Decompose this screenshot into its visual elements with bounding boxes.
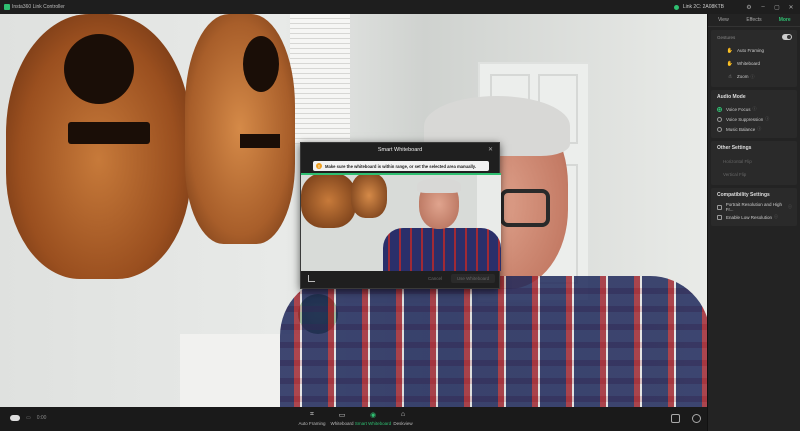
other-settings-section: Other Settings Horizontal Flip Vertical … — [711, 141, 797, 185]
use-whiteboard-button[interactable]: Use Whiteboard — [451, 274, 495, 283]
hand-icon: ✋ — [726, 60, 734, 67]
warning-banner: ! Make sure the whiteboard is within ran… — [313, 161, 489, 171]
timer-value: 0:00 — [36, 415, 47, 421]
info-icon[interactable]: ⓘ — [774, 214, 778, 220]
gesture-whiteboard: ✋ Whiteboard — [726, 60, 761, 67]
checkbox-icon — [717, 204, 722, 210]
preview-glasses — [500, 189, 550, 227]
auto-framing-icon: ⌗ — [310, 410, 314, 418]
snapshot-icon[interactable] — [692, 414, 701, 423]
radio-voice-focus[interactable]: Voice Focus ⓘ — [717, 104, 792, 114]
gesture-auto-framing: ✋ Auto Framing — [726, 47, 765, 54]
record-icon[interactable]: ▭ — [26, 415, 31, 421]
smart-whiteboard-icon: ◉ — [369, 411, 377, 419]
titlebar-controls: Link 2C: 2A08KTB ⚙ – ▢ ✕ — [673, 0, 800, 14]
dialog-title-bar: Smart Whiteboard ✕ — [301, 143, 499, 157]
other-settings-title: Other Settings — [717, 145, 752, 151]
info-icon[interactable]: ⓘ — [753, 106, 757, 112]
radio-music-balance[interactable]: Music Balance ⓘ — [717, 124, 792, 134]
bottom-toolbar: ▭ 0:00 ⌗ Auto Framing ▭ Whiteboard ◉ Sma… — [0, 407, 707, 431]
radio-unselected-icon — [717, 116, 722, 122]
preview-guitar — [185, 14, 295, 244]
pinch-icon: ☝ — [728, 73, 732, 80]
gestures-label: Gestures — [717, 34, 736, 40]
dialog-title: Smart Whiteboard — [377, 147, 423, 153]
app-title: Insta360 Link Controller — [12, 4, 65, 10]
cancel-button[interactable]: Cancel — [425, 274, 445, 283]
info-icon[interactable]: ⓘ — [757, 126, 761, 132]
preview-shirt — [280, 276, 707, 407]
tab-effects[interactable]: Effects — [739, 14, 770, 26]
radio-unselected-icon — [717, 126, 722, 132]
checkbox-icon — [717, 214, 722, 220]
close-icon[interactable]: ✕ — [786, 2, 796, 12]
panel-tabs: View Effects More — [708, 14, 800, 27]
settings-icon[interactable]: ⚙ — [744, 2, 754, 12]
info-icon[interactable]: ⓘ — [788, 204, 792, 210]
audio-mode-title: Audio Mode — [717, 94, 746, 100]
tool-deskview[interactable]: ⌂ Deskview — [383, 410, 423, 426]
compatibility-section: Compatibility Settings Portrait Resoluti… — [711, 188, 797, 226]
horizontal-flip-item[interactable]: Horizontal Flip — [717, 155, 792, 168]
preview-guitar — [6, 14, 191, 279]
dialog-footer: Cancel Use Whiteboard — [301, 269, 501, 288]
whiteboard-icon: ▭ — [338, 411, 346, 419]
title-bar: Insta360 Link Controller Link 2C: 2A08KT… — [0, 0, 800, 14]
deskview-icon: ⌂ — [400, 411, 406, 418]
preview-window — [290, 14, 350, 144]
maximize-icon[interactable]: ▢ — [772, 2, 782, 12]
bottom-left-controls: ▭ 0:00 — [10, 415, 46, 421]
gestures-section: Gestures ✋ Auto Framing ✋ Whiteboard ☝ Z… — [711, 30, 797, 87]
warning-icon: ! — [316, 163, 322, 169]
warning-text: Make sure the whiteboard is within range… — [325, 163, 476, 169]
radio-voice-suppression[interactable]: Voice Suppression ⓘ — [717, 114, 792, 124]
picture-in-picture-icon[interactable] — [671, 414, 680, 423]
bottom-right-controls — [671, 414, 701, 423]
dialog-close-icon[interactable]: ✕ — [488, 146, 493, 153]
selection-indicator — [301, 173, 501, 175]
settings-panel: View Effects More Gestures ✋ Auto Framin… — [707, 14, 800, 431]
info-icon[interactable]: ⓘ — [765, 116, 769, 122]
minimize-icon[interactable]: – — [758, 2, 768, 12]
radio-selected-icon — [717, 106, 722, 112]
checkbox-low-resolution[interactable]: Enable Low Resolution ⓘ — [717, 212, 792, 222]
vertical-flip-item[interactable]: Vertical Flip — [717, 168, 792, 181]
audio-mode-section: Audio Mode Voice Focus ⓘ Voice Suppressi… — [711, 90, 797, 138]
gesture-zoom: ☝ Zoom ⓘ — [728, 73, 755, 80]
info-icon[interactable]: ⓘ — [751, 74, 755, 80]
whiteboard-preview[interactable] — [301, 173, 501, 271]
checkbox-portrait-resolution[interactable]: Portrait Resolution and High Fr... ⓘ — [717, 202, 792, 212]
gestures-toggle[interactable] — [782, 34, 792, 40]
select-area-icon[interactable] — [308, 275, 315, 282]
palm-icon: ✋ — [726, 47, 734, 54]
camera-toggle[interactable] — [10, 415, 20, 421]
compatibility-title: Compatibility Settings — [717, 192, 770, 198]
tab-more[interactable]: More — [769, 14, 800, 26]
camera-status-icon — [673, 4, 679, 10]
smart-whiteboard-dialog: Smart Whiteboard ✕ ! Make sure the white… — [300, 142, 501, 289]
device-name[interactable]: Link 2C: 2A08KTB — [683, 4, 724, 10]
app-logo-icon — [4, 4, 10, 10]
tab-view[interactable]: View — [708, 14, 739, 26]
